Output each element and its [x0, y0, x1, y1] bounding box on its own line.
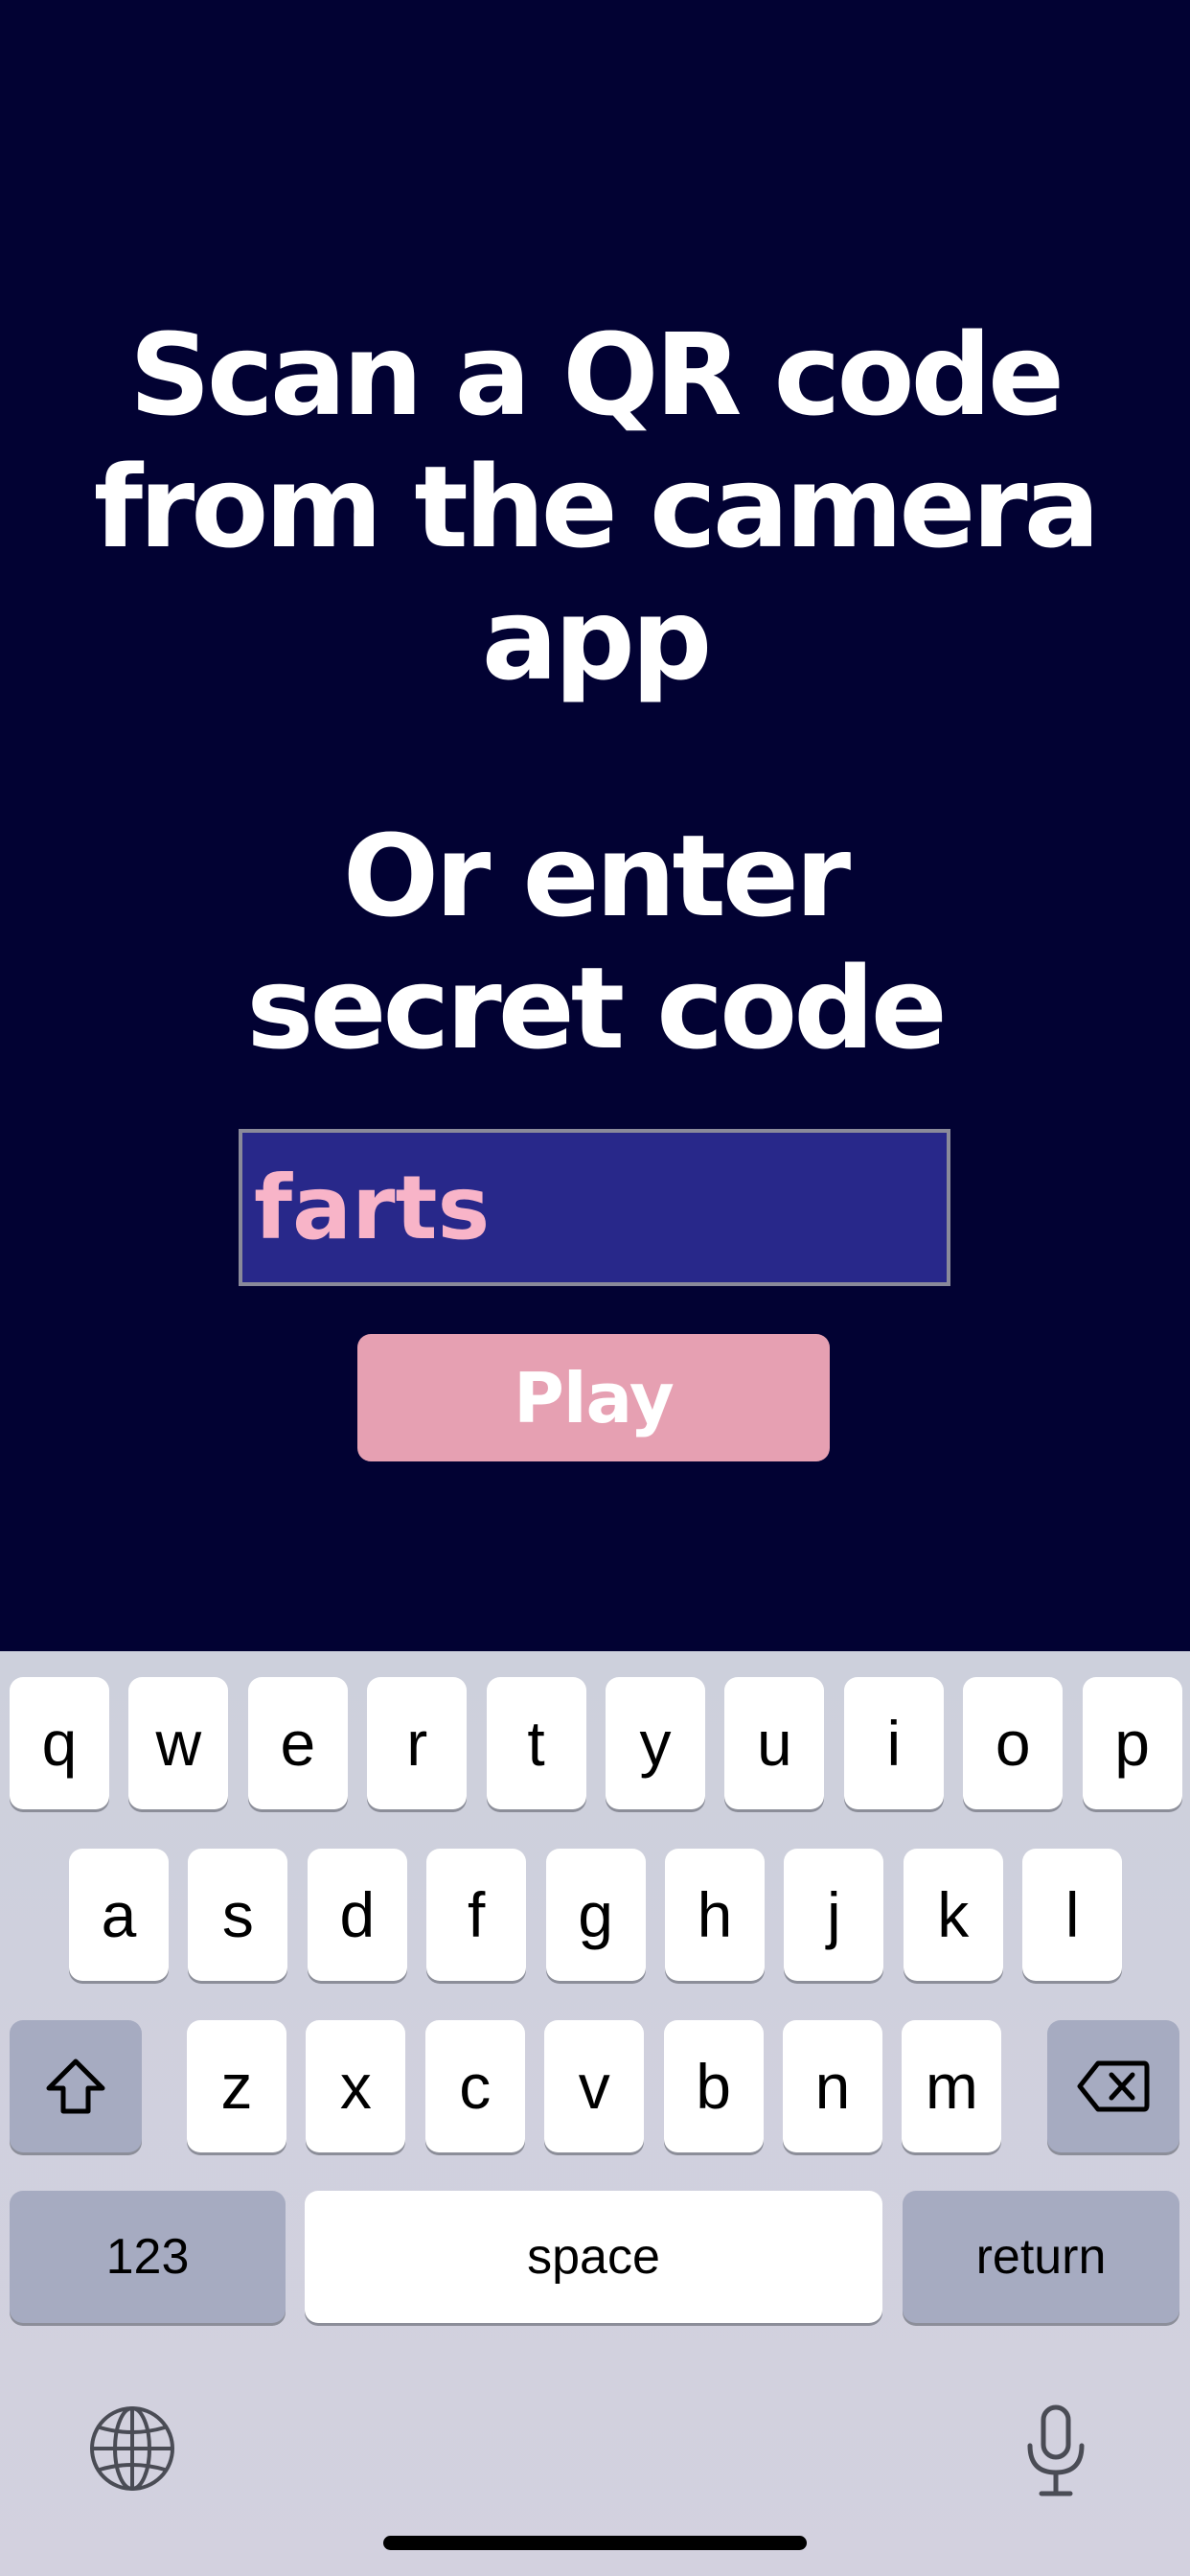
key-v[interactable]: v	[544, 2020, 645, 2152]
title-line-2: from the camera app	[93, 441, 1101, 705]
globe-icon[interactable]	[84, 2401, 180, 2496]
delete-icon	[1077, 2059, 1150, 2113]
key-s[interactable]: s	[188, 1849, 288, 1981]
key-o[interactable]: o	[963, 1677, 1064, 1809]
return-key[interactable]: return	[903, 2191, 1179, 2323]
key-m[interactable]: m	[902, 2020, 1002, 2152]
page-title: Scan a QR code from the camera app	[0, 309, 1190, 705]
key-r[interactable]: r	[367, 1677, 468, 1809]
secret-code-heading: Or enter secret code	[0, 810, 1190, 1074]
home-indicator	[383, 2536, 807, 2550]
numbers-key[interactable]: 123	[10, 2191, 286, 2323]
play-button[interactable]: Play	[357, 1334, 830, 1461]
key-i[interactable]: i	[843, 1677, 944, 1809]
key-d[interactable]: d	[307, 1849, 407, 1981]
key-q[interactable]: q	[10, 1677, 109, 1809]
key-z[interactable]: z	[187, 2020, 286, 2152]
key-f[interactable]: f	[426, 1849, 527, 1981]
key-e[interactable]: e	[247, 1677, 348, 1809]
on-screen-keyboard: qwertyuiop asdfghjkl zxcvbnm 123 space r…	[0, 1651, 1190, 2576]
secret-code-input[interactable]	[239, 1129, 950, 1286]
key-y[interactable]: y	[606, 1677, 705, 1809]
shift-key[interactable]	[10, 2020, 142, 2152]
key-x[interactable]: x	[306, 2020, 406, 2152]
key-w[interactable]: w	[128, 1677, 229, 1809]
key-l[interactable]: l	[1022, 1849, 1123, 1981]
subtitle-line-2: secret code	[246, 942, 947, 1074]
key-u[interactable]: u	[724, 1677, 825, 1809]
title-line-1: Scan a QR code	[128, 309, 1064, 441]
key-p[interactable]: p	[1082, 1677, 1182, 1809]
key-t[interactable]: t	[486, 1677, 586, 1809]
key-c[interactable]: c	[424, 2020, 525, 2152]
shift-icon	[45, 2058, 106, 2115]
key-j[interactable]: j	[784, 1849, 884, 1981]
key-a[interactable]: a	[69, 1849, 169, 1981]
key-k[interactable]: k	[903, 1849, 1003, 1981]
space-key[interactable]: space	[305, 2191, 882, 2323]
subtitle-line-1: Or enter	[342, 810, 851, 942]
delete-key[interactable]	[1047, 2020, 1179, 2152]
key-h[interactable]: h	[665, 1849, 765, 1981]
key-b[interactable]: b	[663, 2020, 764, 2152]
key-n[interactable]: n	[783, 2020, 882, 2152]
key-g[interactable]: g	[545, 1849, 646, 1981]
microphone-icon[interactable]	[1008, 2399, 1104, 2504]
